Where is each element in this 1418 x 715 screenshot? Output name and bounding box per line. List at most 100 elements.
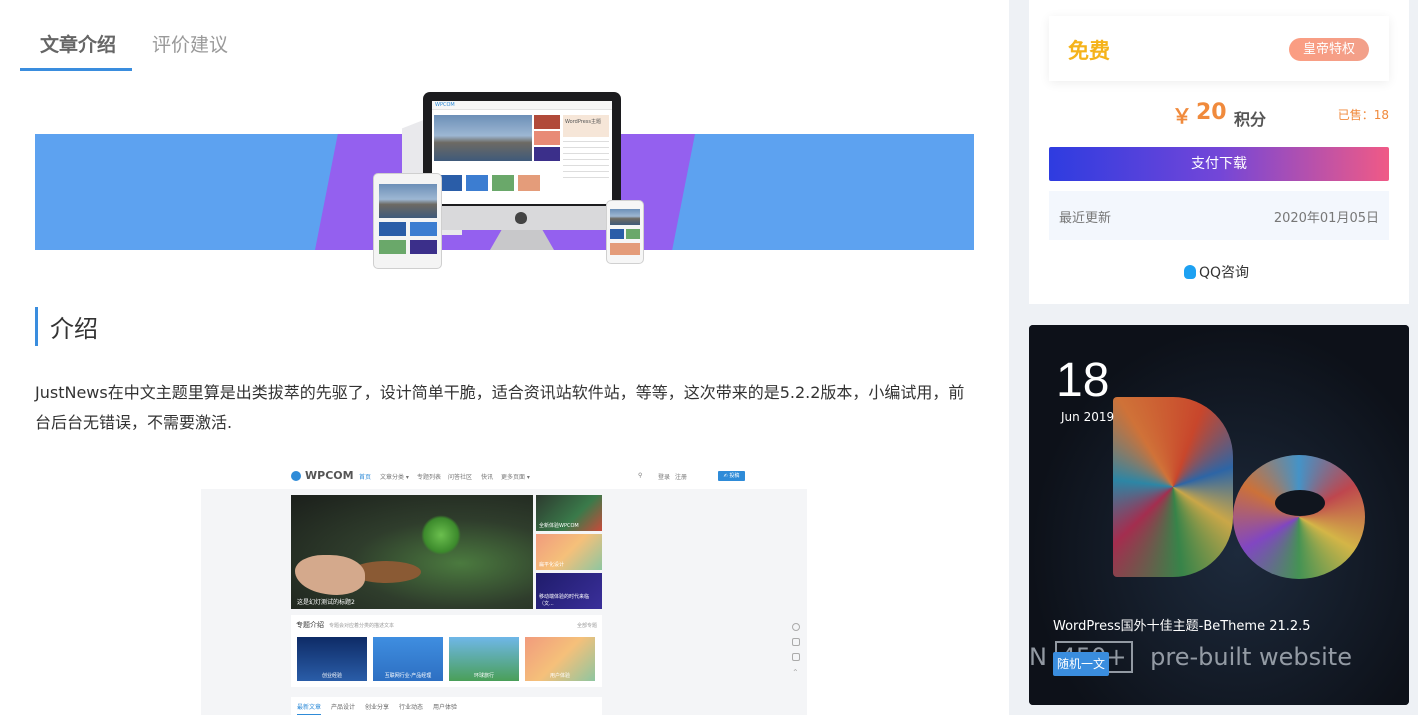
wpcom-logo-icon bbox=[291, 471, 301, 481]
preview-login: 登录 bbox=[658, 474, 671, 481]
preview-navbar: WPCOM 首页 文章分类 ▾ 专题列表 问答社区 快讯 更多页面 ▾ ⚲ 登录… bbox=[201, 463, 807, 489]
preview-nav-item: 文章分类 ▾ bbox=[380, 474, 409, 481]
preview-back-to-top-icon: ⌃ bbox=[792, 668, 799, 677]
hand-graphic bbox=[295, 555, 365, 595]
preview-thumb-caption: 互联网行业·产品经理 bbox=[384, 673, 432, 679]
preview-slider: 这是幻灯测试的标题2 bbox=[291, 495, 533, 609]
free-label: 免费 bbox=[1068, 39, 1110, 63]
random-post-card[interactable]: 18 Jun 2019 WordPress国外十佳主题-BeTheme 21.2… bbox=[1029, 325, 1409, 705]
preview-nav-item: 快讯 bbox=[481, 474, 494, 481]
hero-banner-image: WPCOM WordPress主题 bbox=[35, 90, 974, 270]
price-row: ￥ 20 积分 已售：18 bbox=[1029, 98, 1409, 132]
preview-thumb-caption: 创业经验 bbox=[321, 673, 342, 679]
preview-chat-icon bbox=[792, 623, 800, 631]
preview-post-tab: 产品设计 bbox=[331, 704, 356, 711]
preview-side-item: 全新体验WPCOM bbox=[536, 495, 602, 531]
preview-side-caption: 全新体验WPCOM bbox=[539, 523, 579, 529]
preview-post-tabs: 最新文章 产品设计 创业分享 行业动态 用户体验 bbox=[291, 697, 602, 715]
section-title: 介绍 bbox=[50, 315, 98, 343]
preview-topic-thumb: 创业经验 bbox=[297, 637, 367, 681]
preview-edit-icon bbox=[792, 653, 800, 661]
preview-thumb-caption: 环球旅行 bbox=[473, 673, 494, 679]
preview-side-item: 移动端体验的时代来临（文... bbox=[536, 573, 602, 609]
tablet-thumb bbox=[379, 240, 406, 254]
preview-search-icon: ⚲ bbox=[638, 472, 643, 479]
last-update-date: 2020年01月05日 bbox=[1273, 211, 1379, 226]
preview-topic-thumb: 环球旅行 bbox=[449, 637, 519, 681]
price-value: 20 bbox=[1196, 100, 1227, 125]
tab-article-intro[interactable]: 文章介绍 bbox=[40, 30, 116, 57]
random-post-tag[interactable]: 随机一文 bbox=[1053, 652, 1110, 676]
active-tab-indicator bbox=[20, 68, 132, 71]
mini-text-lines bbox=[563, 141, 609, 181]
download-card: 免费 皇帝特权 ￥ 20 积分 已售：18 支付下载 最近更新 2020年01月… bbox=[1029, 0, 1409, 304]
betheme-logo-graphic bbox=[1113, 385, 1373, 585]
preview-register: 注册 bbox=[675, 474, 688, 481]
imac-screen: WPCOM WordPress主题 bbox=[432, 101, 612, 204]
tab-reviews[interactable]: 评价建议 bbox=[152, 30, 228, 57]
apple-logo-icon bbox=[515, 212, 527, 224]
price-type-box: 免费 皇帝特权 bbox=[1049, 16, 1389, 81]
section-marker bbox=[35, 307, 38, 346]
mini-thumb bbox=[534, 115, 560, 129]
qq-consult-link[interactable]: QQ咨询 bbox=[1184, 262, 1249, 282]
intro-paragraph: JustNews在中文主题里算是出类拔萃的先驱了，设计简单干脆，适合资讯站软件站… bbox=[35, 383, 965, 432]
vip-badge[interactable]: 皇帝特权 bbox=[1289, 38, 1369, 61]
phone-photo bbox=[610, 209, 640, 225]
mini-thumb bbox=[466, 175, 488, 191]
preview-side-caption: 扁平化设计 bbox=[539, 562, 565, 568]
mini-thumb bbox=[492, 175, 514, 191]
preview-nav-item: 更多页面 ▾ bbox=[501, 474, 530, 481]
mini-badge: WordPress主题 bbox=[565, 119, 602, 125]
preview-topic-thumb: 互联网行业·产品经理 bbox=[373, 637, 443, 681]
background-tagline-prefix: N bbox=[1029, 643, 1047, 671]
mini-nav: WPCOM bbox=[432, 101, 612, 110]
last-update-label: 最近更新 bbox=[1059, 211, 1112, 226]
be-letter-e bbox=[1233, 455, 1365, 579]
sprout-graphic bbox=[421, 515, 461, 555]
be-letter-e-hole bbox=[1275, 490, 1325, 516]
article-panel: 文章介绍 评价建议 WPCOM WordPress主题 介绍 JustNews在… bbox=[0, 0, 1009, 715]
post-day: 18 bbox=[1056, 354, 1110, 407]
tablet-photo bbox=[379, 184, 437, 218]
mini-thumb bbox=[534, 131, 560, 145]
preview-post-tab: 创业分享 bbox=[365, 704, 390, 711]
preview-nav-item: 专题列表 bbox=[417, 474, 442, 481]
preview-post-tab: 最新文章 bbox=[297, 702, 322, 715]
mini-hero-photo bbox=[434, 115, 532, 161]
sold-count: 已售：18 bbox=[1337, 108, 1389, 122]
qq-icon bbox=[1184, 265, 1196, 279]
mini-thumb bbox=[440, 175, 462, 191]
theme-preview-image: WPCOM 首页 文章分类 ▾ 专题列表 问答社区 快讯 更多页面 ▾ ⚲ 登录… bbox=[201, 463, 807, 715]
preview-thumb-caption: 用户体验 bbox=[549, 673, 570, 679]
tablet-mockup bbox=[373, 173, 442, 269]
background-tagline-suffix: pre-built website bbox=[1150, 643, 1352, 671]
preview-logo: WPCOM bbox=[305, 469, 354, 482]
tablet-thumb bbox=[410, 222, 437, 236]
preview-qrcode-icon bbox=[792, 638, 800, 646]
pay-download-button[interactable]: 支付下载 bbox=[1049, 147, 1389, 181]
mini-thumb bbox=[518, 175, 540, 191]
preview-side-item: 扁平化设计 bbox=[536, 534, 602, 570]
mini-badge-box: WordPress主题 bbox=[563, 115, 609, 137]
preview-card-title: 专题介绍 bbox=[296, 621, 324, 629]
article-tabs: 文章介绍 评价建议 bbox=[20, 20, 980, 71]
be-letter-b bbox=[1113, 397, 1233, 577]
phone-mockup bbox=[606, 200, 644, 264]
preview-post-button: ✍ 投稿 bbox=[718, 471, 745, 481]
preview-topic-thumb: 用户体验 bbox=[525, 637, 595, 681]
currency-symbol: ￥ bbox=[1172, 104, 1192, 128]
mini-logo: WPCOM bbox=[435, 102, 455, 108]
preview-slider-caption: 这是幻灯测试的标题2 bbox=[297, 599, 355, 606]
tablet-thumb bbox=[379, 222, 406, 236]
post-month: Jun 2019 bbox=[1061, 410, 1115, 424]
qq-consult-label: QQ咨询 bbox=[1199, 265, 1250, 281]
preview-post-tab: 用户体验 bbox=[433, 704, 458, 711]
preview-card-more: 全部专题 bbox=[576, 623, 597, 629]
mini-thumb bbox=[534, 147, 560, 161]
preview-nav-item: 首页 bbox=[359, 474, 372, 481]
phone-thumb bbox=[610, 229, 624, 239]
preview-card-subtitle: 专题会对应着分类的描述文本 bbox=[329, 623, 395, 629]
post-title[interactable]: WordPress国外十佳主题-BeTheme 21.2.5 bbox=[1053, 615, 1311, 634]
preview-topic-card: 专题介绍 专题会对应着分类的描述文本 全部专题 创业经验 互联网行业·产品经理 … bbox=[291, 615, 602, 687]
